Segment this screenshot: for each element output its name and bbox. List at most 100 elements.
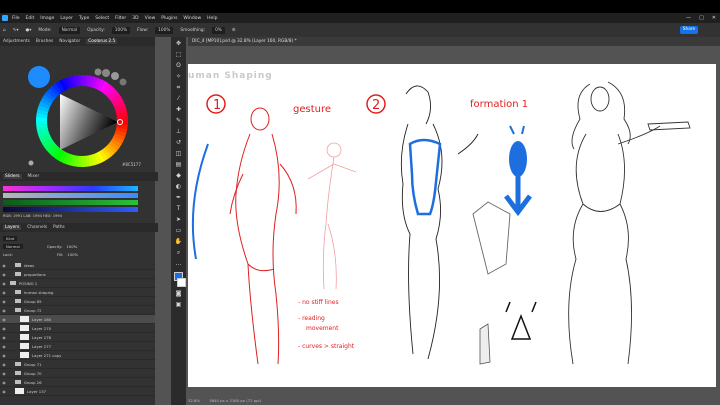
layer-row[interactable]: ◉ Group 72 xyxy=(0,306,155,315)
brush-preset-icon[interactable]: ●▾ xyxy=(26,28,32,33)
close-icon[interactable]: ✕ xyxy=(712,15,716,21)
maximize-icon[interactable]: □ xyxy=(699,15,704,21)
marquee-tool-icon[interactable]: ⬚ xyxy=(174,50,183,59)
shape-tool-icon[interactable]: ▭ xyxy=(174,226,183,235)
visibility-eye-icon[interactable]: ◉ xyxy=(0,263,8,268)
type-tool-icon[interactable]: T xyxy=(174,204,183,213)
menu-layer[interactable]: Layer xyxy=(60,16,73,21)
layer-kind-filter[interactable]: Kind xyxy=(3,235,18,241)
move-tool-icon[interactable]: ✥ xyxy=(174,39,183,48)
current-color-swatch[interactable] xyxy=(28,66,50,88)
menu-image[interactable]: Image xyxy=(40,16,54,21)
pen-tool-icon[interactable]: ✒ xyxy=(174,193,183,202)
layer-row[interactable]: ◉ POSING 1 xyxy=(0,279,155,288)
history-brush-icon[interactable]: ↺ xyxy=(174,138,183,147)
tab-coolorus[interactable]: Coolorus 2.5 xyxy=(86,39,118,44)
visibility-eye-icon[interactable]: ◉ xyxy=(0,344,8,349)
lasso-tool-icon[interactable]: ʘ xyxy=(174,61,183,70)
tab-sliders[interactable]: Sliders xyxy=(3,174,22,179)
saturation-slider[interactable] xyxy=(3,193,138,198)
mixing-dot-icon[interactable] xyxy=(102,69,110,77)
eyedropper-tool-icon[interactable]: ⁄ xyxy=(174,94,183,103)
path-select-tool-icon[interactable]: ➤ xyxy=(174,215,183,224)
blend-mode-select[interactable]: Normal xyxy=(3,243,23,249)
tab-brushes[interactable]: Brushes xyxy=(36,39,53,44)
layer-row[interactable]: ◉ proportions xyxy=(0,270,155,279)
brush-tool-icon[interactable]: ✎ xyxy=(174,116,183,125)
menu-3d[interactable]: 3D xyxy=(132,16,138,21)
smoothing-field[interactable]: 0% xyxy=(212,26,225,34)
mode-select[interactable]: Normal xyxy=(58,26,81,34)
blue-slider[interactable] xyxy=(3,207,138,212)
layer-row[interactable]: ◉ Layer 278 xyxy=(0,333,155,342)
document-tab[interactable]: DIC_4 [MP10].psd @ 32.8% (Layer 160, RGB… xyxy=(188,37,720,46)
gradient-tool-icon[interactable]: ▤ xyxy=(174,160,183,169)
visibility-eye-icon[interactable]: ◉ xyxy=(0,353,8,358)
visibility-eye-icon[interactable]: ◉ xyxy=(0,299,8,304)
mixing-dot-icon[interactable] xyxy=(111,72,119,80)
brush-tool-icon[interactable]: ✎▾ xyxy=(13,28,19,33)
layer-row[interactable]: ◉ Layer 277 xyxy=(0,342,155,351)
visibility-eye-icon[interactable]: ◉ xyxy=(0,317,8,322)
background-color-swatch[interactable] xyxy=(177,278,186,287)
mixing-dot-icon[interactable] xyxy=(119,78,127,86)
layer-row[interactable]: ◉ ideas xyxy=(0,261,155,270)
opacity-field[interactable]: 100% xyxy=(111,26,131,34)
quick-select-tool-icon[interactable]: ✧ xyxy=(174,72,183,81)
zoom-level[interactable]: 32.8% xyxy=(188,398,200,403)
hue-slider[interactable] xyxy=(3,186,138,191)
menu-type[interactable]: Type xyxy=(79,16,89,21)
visibility-eye-icon[interactable]: ◉ xyxy=(0,281,8,286)
document-canvas[interactable]: uman Shaping 1 gesture - no stiff lines … xyxy=(188,64,716,387)
visibility-eye-icon[interactable]: ◉ xyxy=(0,326,8,331)
menu-select[interactable]: Select xyxy=(95,16,109,21)
quick-mask-icon[interactable]: ◙ xyxy=(174,289,183,298)
menu-filter[interactable]: Filter xyxy=(115,16,126,21)
crop-tool-icon[interactable]: ⌗ xyxy=(174,83,183,92)
menu-view[interactable]: View xyxy=(145,16,156,21)
hand-tool-icon[interactable]: ✋ xyxy=(174,237,183,246)
layer-opacity-field[interactable]: 100% xyxy=(66,244,77,249)
tab-channels[interactable]: Channels xyxy=(27,225,47,230)
menu-file[interactable]: File xyxy=(12,16,20,21)
visibility-eye-icon[interactable]: ◉ xyxy=(0,380,8,385)
menu-edit[interactable]: Edit xyxy=(26,16,35,21)
visibility-eye-icon[interactable]: ◉ xyxy=(0,362,8,367)
swap-color-icon[interactable] xyxy=(28,160,34,166)
visibility-eye-icon[interactable]: ◉ xyxy=(0,371,8,376)
layer-row[interactable]: ◉ Group 70 xyxy=(0,369,155,378)
layer-row[interactable]: ◉ Layer 160 xyxy=(0,315,155,324)
zoom-tool-icon[interactable]: ⌕ xyxy=(174,248,183,257)
menu-window[interactable]: Window xyxy=(183,16,201,21)
blur-tool-icon[interactable]: ◆ xyxy=(174,171,183,180)
green-slider[interactable] xyxy=(3,200,138,205)
tab-paths[interactable]: Paths xyxy=(53,225,65,230)
tab-navigator[interactable]: Navigator xyxy=(59,39,80,44)
visibility-eye-icon[interactable]: ◉ xyxy=(0,335,8,340)
visibility-eye-icon[interactable]: ◉ xyxy=(0,290,8,295)
layer-row[interactable]: ◉ Layer 271 copy xyxy=(0,351,155,360)
settings-gear-icon[interactable]: ⚙ xyxy=(232,28,236,33)
screen-mode-icon[interactable]: ▣ xyxy=(174,300,183,309)
layer-row[interactable]: ◉ Group 26 xyxy=(0,378,155,387)
share-button[interactable]: Share xyxy=(680,26,698,34)
dodge-tool-icon[interactable]: ◐ xyxy=(174,182,183,191)
home-icon[interactable]: ⌂ xyxy=(3,28,6,33)
menu-plugins[interactable]: Plugins xyxy=(161,16,177,21)
stamp-tool-icon[interactable]: ⊥ xyxy=(174,127,183,136)
tab-mixer[interactable]: Mixer xyxy=(28,174,40,179)
visibility-eye-icon[interactable]: ◉ xyxy=(0,389,8,394)
layer-row[interactable]: ◉ Group 71 xyxy=(0,360,155,369)
tab-layers[interactable]: Layers xyxy=(3,225,22,230)
tab-adjustments[interactable]: Adjustments xyxy=(3,39,30,44)
mixing-dot-icon[interactable] xyxy=(94,68,102,76)
visibility-eye-icon[interactable]: ◉ xyxy=(0,272,8,277)
layer-row[interactable]: ◉ Group 65 xyxy=(0,297,155,306)
visibility-eye-icon[interactable]: ◉ xyxy=(0,308,8,313)
minimize-icon[interactable]: — xyxy=(686,15,691,21)
layer-row[interactable]: ◉ Layer 270 xyxy=(0,324,155,333)
menu-help[interactable]: Help xyxy=(207,16,217,21)
layer-fill-field[interactable]: 100% xyxy=(67,252,78,257)
eraser-tool-icon[interactable]: ◫ xyxy=(174,149,183,158)
flow-field[interactable]: 100% xyxy=(155,26,174,34)
